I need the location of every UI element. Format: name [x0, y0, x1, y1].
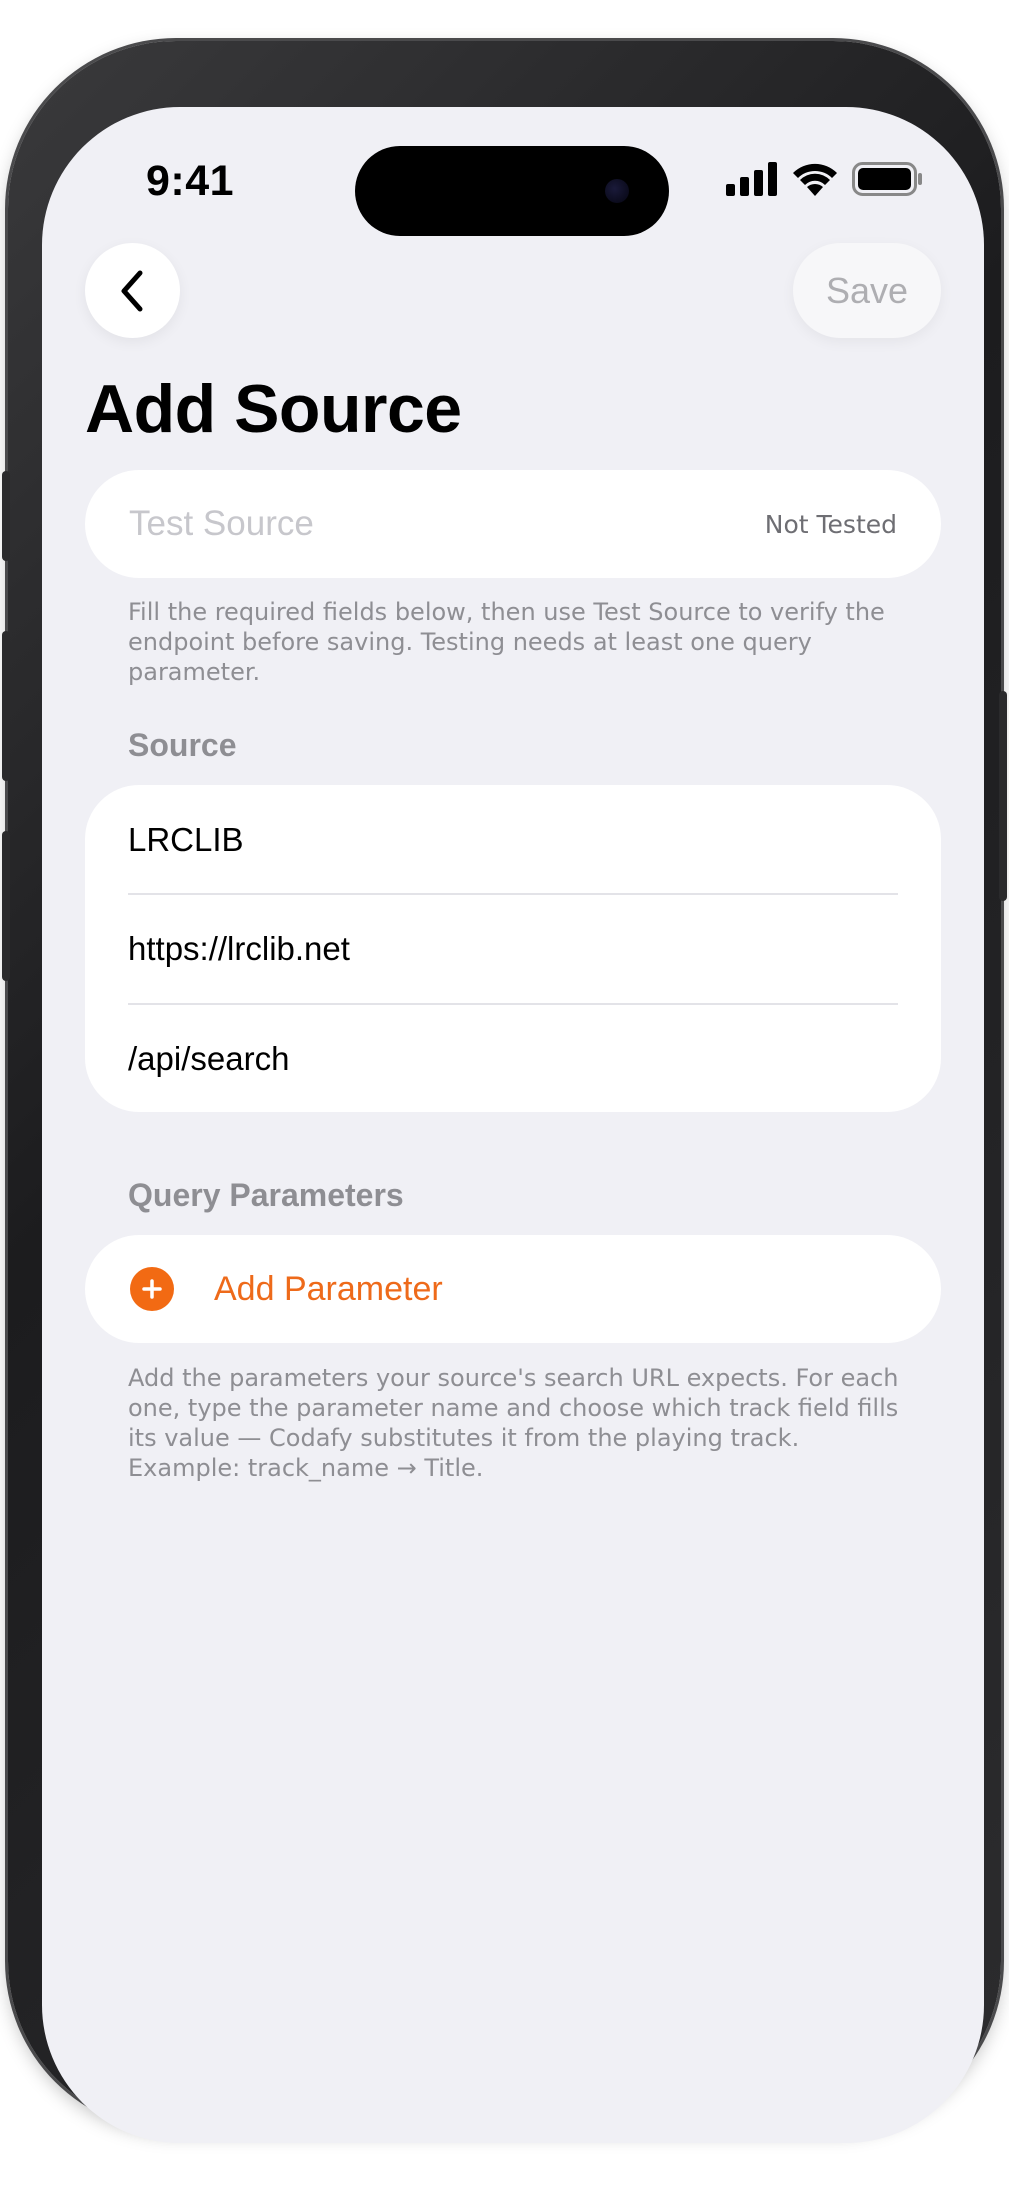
power-button: [999, 691, 1007, 901]
test-source-footnote: Fill the required fields below, then use…: [128, 598, 885, 686]
status-icons: [726, 162, 924, 196]
phone-frame: 9:41 Save Add Source Test Source Not Tes…: [2, 41, 1007, 2143]
battery-icon: [852, 162, 922, 196]
volume-up-button: [2, 631, 10, 781]
source-name-field[interactable]: LRCLIB: [128, 785, 898, 894]
add-parameter-button[interactable]: Add Parameter: [85, 1235, 941, 1343]
camera-lens: [605, 179, 629, 203]
source-section-header: Source: [128, 727, 237, 763]
chevron-left-icon: [121, 270, 142, 311]
page-title: Add Source: [85, 371, 462, 447]
test-source-label: Test Source: [129, 504, 314, 543]
action-button: [2, 471, 10, 561]
back-button[interactable]: [85, 243, 180, 338]
add-parameter-label: Add Parameter: [214, 1269, 443, 1308]
dynamic-island: [355, 146, 669, 236]
screen: 9:41 Save Add Source Test Source Not Tes…: [42, 107, 984, 2143]
source-fields-card: LRCLIB https://lrclib.net /api/search: [85, 785, 941, 1112]
status-time: 9:41: [146, 157, 235, 205]
test-source-button[interactable]: Test Source Not Tested: [85, 470, 941, 578]
save-button[interactable]: Save: [793, 243, 941, 338]
query-parameters-footnote: Add the parameters your source's search …: [128, 1364, 899, 1482]
base-url-field[interactable]: https://lrclib.net: [128, 894, 898, 1003]
volume-down-button: [2, 831, 10, 981]
plus-circle-icon: [130, 1267, 174, 1311]
query-parameters-header: Query Parameters: [128, 1177, 404, 1213]
cellular-signal-icon: [726, 162, 777, 196]
wifi-icon: [793, 163, 837, 196]
search-path-field[interactable]: /api/search: [128, 1004, 898, 1113]
test-status-badge: Not Tested: [764, 509, 897, 539]
